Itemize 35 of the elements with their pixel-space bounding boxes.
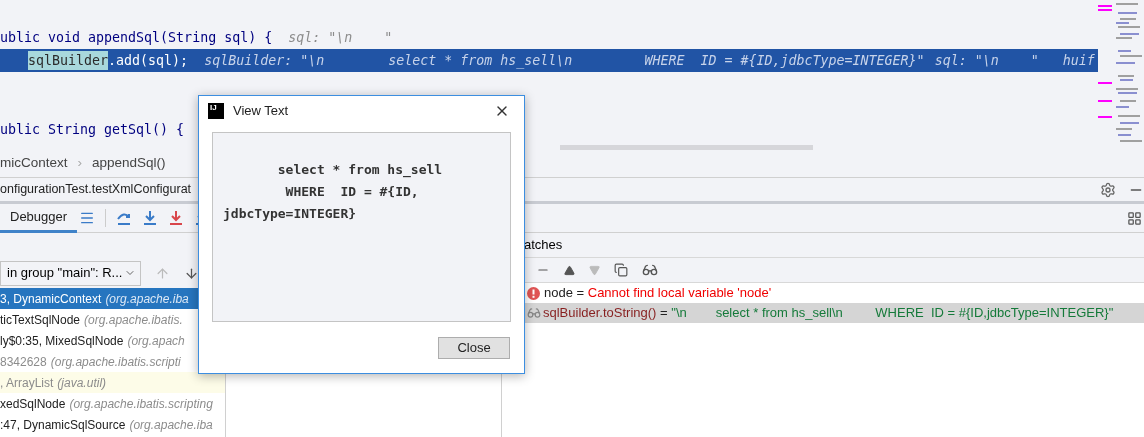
code-line: .add(sql);: [108, 51, 189, 70]
code-line: ublic void appendSql(String sql) {: [0, 28, 273, 47]
triangle-up-icon[interactable]: [564, 264, 575, 276]
settings-icon[interactable]: [1100, 181, 1116, 198]
code-token: sqlBuilder: [28, 50, 109, 71]
error-icon: [527, 286, 540, 300]
list-icon[interactable]: [79, 210, 96, 226]
stack-frame[interactable]: xedSqlNode (org.apache.ibatis.scripting: [0, 393, 225, 414]
close-button[interactable]: Close: [438, 336, 510, 359]
breadcrumb[interactable]: micContext: [0, 153, 68, 174]
panel-title: atches: [524, 236, 563, 255]
copy-icon[interactable]: [614, 263, 628, 277]
inline-value-hint: sql: "\n ": [288, 28, 393, 47]
session-tab[interactable]: onfigurationTest.testXmlConfigurat: [0, 180, 192, 199]
text-line: select * from hs_sell: [276, 161, 444, 180]
dialog-title: View Text: [233, 102, 289, 121]
inline-value-hint: sql: "\n " huif: [934, 51, 1095, 70]
text-line: WHERE ID = #{ID,: [284, 183, 420, 201]
app-logo: IJ: [208, 103, 224, 119]
text-line: jdbcType=INTEGER}: [223, 205, 358, 223]
scrollbar[interactable]: [560, 145, 813, 150]
text-area[interactable]: select * from hs_sell WHERE ID = #{ID, jdbcType=INTEGER}: [212, 132, 511, 322]
inline-value-hint: sqlBuilder: "\n select * from hs_sell\n WHERE ID = #{ID,jdbcType=INTEGER}": [204, 51, 925, 71]
arrow-down-icon[interactable]: [184, 265, 199, 281]
force-step-into-icon[interactable]: [168, 210, 185, 226]
breadcrumb[interactable]: appendSql(): [92, 153, 166, 174]
layout-icon[interactable]: [1127, 210, 1142, 226]
glasses-icon[interactable]: [642, 262, 658, 278]
step-into-icon[interactable]: [142, 210, 159, 226]
glasses-icon: [527, 306, 541, 320]
stack-frame[interactable]: :47, DynamicSqlSource (org.apache.iba: [0, 414, 225, 435]
breadcrumb-separator: ›: [77, 154, 83, 173]
step-over-icon[interactable]: [116, 210, 133, 226]
thread-dropdown[interactable]: in group "main": R...: [0, 260, 141, 286]
code-line: ublic String getSql() {: [0, 120, 185, 139]
